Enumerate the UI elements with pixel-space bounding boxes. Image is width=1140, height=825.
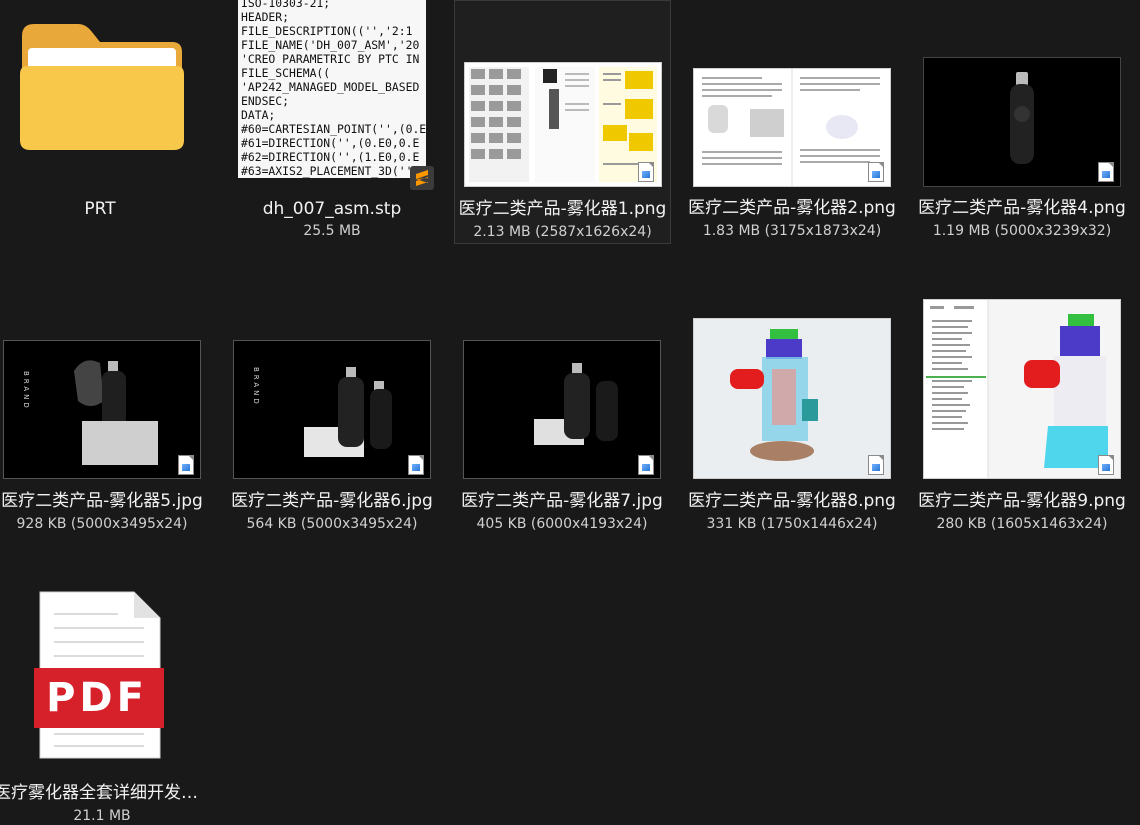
image-thumbnail (923, 299, 1121, 479)
file-meta: 331 KB (1750x1446x24) (706, 516, 878, 532)
stp-preview-line: #62=DIRECTION('',(1.E0,0.E (241, 150, 420, 164)
stp-preview-line: FILE_SCHEMA(( (241, 66, 331, 80)
file-tile-stp[interactable]: ISO-10303-21; HEADER; FILE_DESCRIPTION((''… (224, 0, 440, 292)
svg-text:BRAND: BRAND (22, 371, 30, 411)
file-tile-image-5[interactable]: BRAND 医疗二类产品-雾化器5.jpg 928 KB (5000x3495x… (0, 293, 210, 585)
file-name: 医疗二类产品-雾化器4.png (918, 198, 1126, 218)
image-file-icon (638, 455, 654, 475)
pdf-file-icon: PDF (30, 590, 164, 760)
file-tile-image-2[interactable]: 医疗二类产品-雾化器2.png 1.83 MB (3175x1873x24) (684, 0, 900, 292)
image-thumbnail: BRAND (3, 340, 201, 479)
image-file-icon (868, 455, 884, 475)
file-meta: 1.19 MB (5000x3239x32) (932, 223, 1112, 239)
image-file-icon (638, 162, 654, 182)
file-meta: 2.13 MB (2587x1626x24) (473, 224, 652, 240)
file-tile-image-7[interactable]: 医疗二类产品-雾化器7.jpg 405 KB (6000x4193x24) (454, 293, 670, 585)
file-meta: 928 KB (5000x3495x24) (16, 516, 188, 532)
image-thumbnail: BRAND (233, 340, 431, 479)
file-tile-pdf[interactable]: PDF 医疗雾化器全套详细开发资料.pdf 21.1 MB (0, 586, 210, 824)
folder-icon (16, 16, 188, 152)
image-thumbnail (693, 68, 891, 187)
stp-text-preview: ISO-10303-21; HEADER; FILE_DESCRIPTION((''… (238, 0, 426, 178)
stp-preview-line: HEADER; (241, 10, 290, 24)
image-thumbnail (464, 62, 662, 187)
file-tile-image-9[interactable]: 医疗二类产品-雾化器9.png 280 KB (1605x1463x24) (914, 293, 1130, 585)
sublime-text-icon (410, 166, 434, 190)
file-name: 医疗二类产品-雾化器8.png (688, 491, 896, 511)
file-name: 医疗二类产品-雾化器9.png (918, 491, 1126, 511)
file-name: PRT (84, 199, 116, 219)
file-tile-prt-folder[interactable]: PRT (0, 0, 208, 292)
stp-preview-line: FILE_NAME('DH_007_ASM','20 (241, 38, 420, 52)
stp-preview-line: #63=AXIS2_PLACEMENT_3D('',# (241, 164, 426, 178)
pdf-label: PDF (46, 675, 148, 721)
file-name: 医疗二类产品-雾化器7.jpg (461, 491, 663, 511)
file-tile-image-6[interactable]: BRAND 医疗二类产品-雾化器6.jpg 564 KB (5000x3495x… (224, 293, 440, 585)
image-file-icon (408, 455, 424, 475)
file-tile-image-1[interactable]: 医疗二类产品-雾化器1.png 2.13 MB (2587x1626x24) (454, 0, 671, 244)
file-name: 医疗雾化器全套详细开发资料.pdf (0, 783, 210, 803)
image-file-icon (1098, 162, 1114, 182)
file-meta: 25.5 MB (303, 223, 361, 239)
file-name: 医疗二类产品-雾化器6.jpg (231, 491, 433, 511)
file-name: dh_007_asm.stp (262, 199, 402, 219)
stp-preview-line: FILE_DESCRIPTION(('','2:1 (241, 24, 413, 38)
file-name: 医疗二类产品-雾化器2.png (688, 198, 896, 218)
image-file-icon (1098, 455, 1114, 475)
image-file-icon (868, 162, 884, 182)
image-thumbnail (463, 340, 661, 479)
file-name: 医疗二类产品-雾化器5.jpg (1, 491, 203, 511)
stp-preview-text: ISO-10303-21; HEADER; FILE_DESCRIPTION((''… (238, 0, 426, 178)
stp-preview-line: 'CREO PARAMETRIC BY PTC IN (241, 52, 420, 66)
svg-text:BRAND: BRAND (252, 367, 260, 407)
file-meta: 280 KB (1605x1463x24) (936, 516, 1108, 532)
stp-preview-line: DATA; (241, 108, 276, 122)
stp-preview-line: #61=DIRECTION('',(0.E0,0.E (241, 136, 420, 150)
file-name: 医疗二类产品-雾化器1.png (458, 199, 667, 219)
stp-preview-line: ENDSEC; (241, 94, 290, 108)
image-file-icon (178, 455, 194, 475)
file-tile-image-8[interactable]: 医疗二类产品-雾化器8.png 331 KB (1750x1446x24) (684, 293, 900, 585)
image-thumbnail (923, 57, 1121, 187)
file-tile-image-4[interactable]: 医疗二类产品-雾化器4.png 1.19 MB (5000x3239x32) (914, 0, 1130, 292)
file-meta: 21.1 MB (73, 808, 131, 824)
file-meta: 1.83 MB (3175x1873x24) (702, 223, 882, 239)
file-meta: 564 KB (5000x3495x24) (246, 516, 418, 532)
stp-preview-line: 'AP242_MANAGED_MODEL_BASED (241, 80, 420, 94)
stp-preview-line: ISO-10303-21; (241, 0, 331, 10)
stp-preview-line: #60=CARTESIAN_POINT('',(0.E (241, 122, 426, 136)
file-meta: 405 KB (6000x4193x24) (476, 516, 648, 532)
image-thumbnail (693, 318, 891, 479)
